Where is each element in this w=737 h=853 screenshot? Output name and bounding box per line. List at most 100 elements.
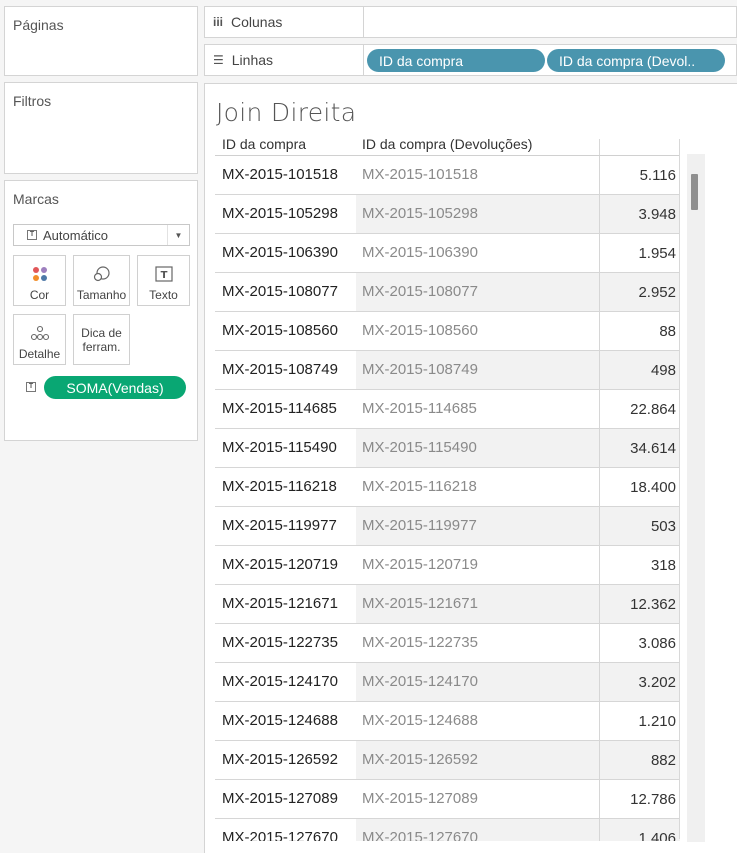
cell-soma-vendas[interactable]: 1.406 <box>638 830 676 841</box>
cell-id-compra-devolucoes[interactable]: MX-2015-108077 <box>362 283 478 300</box>
table-row[interactable]: MX-2015-116218 MX-2015-116218 18.400 <box>215 468 680 507</box>
cell-id-compra[interactable]: MX-2015-124170 <box>222 673 338 690</box>
cell-id-compra[interactable]: MX-2015-124688 <box>222 712 338 729</box>
mark-type-dropdown[interactable]: T Automático ▼ <box>13 224 190 246</box>
text-field-icon: T <box>26 382 36 392</box>
scrollbar-thumb[interactable] <box>691 174 698 210</box>
color-mark-button[interactable]: Cor <box>13 255 66 306</box>
column-divider <box>599 195 600 234</box>
vertical-scrollbar[interactable] <box>687 154 705 842</box>
cell-id-compra[interactable]: MX-2015-108077 <box>222 283 338 300</box>
detail-mark-button[interactable]: Detalhe <box>13 314 66 365</box>
cell-soma-vendas[interactable]: 3.948 <box>638 206 676 223</box>
cell-id-compra-devolucoes[interactable]: MX-2015-124688 <box>362 712 478 729</box>
cell-soma-vendas[interactable]: 3.086 <box>638 635 676 652</box>
text-icon: T <box>138 265 189 283</box>
cell-soma-vendas[interactable]: 503 <box>651 518 676 535</box>
cell-id-compra[interactable]: MX-2015-115490 <box>222 439 337 456</box>
cell-id-compra[interactable]: MX-2015-119977 <box>222 517 337 534</box>
pages-title: Páginas <box>13 17 64 33</box>
text-mark-button[interactable]: T Texto <box>137 255 190 306</box>
table-row[interactable]: MX-2015-120719 MX-2015-120719 318 <box>215 546 680 585</box>
table-row[interactable]: MX-2015-127670 MX-2015-127670 1.406 <box>215 819 680 841</box>
cell-id-compra[interactable]: MX-2015-105298 <box>222 205 338 222</box>
cell-soma-vendas[interactable]: 88 <box>659 323 676 340</box>
cell-id-compra-devolucoes[interactable]: MX-2015-115490 <box>362 439 477 456</box>
cell-id-compra-devolucoes[interactable]: MX-2015-127089 <box>362 790 478 807</box>
cell-id-compra[interactable]: MX-2015-114685 <box>222 400 337 417</box>
cell-soma-vendas[interactable]: 1.954 <box>638 245 676 262</box>
cell-id-compra-devolucoes[interactable]: MX-2015-105298 <box>362 205 478 222</box>
cell-id-compra-devolucoes[interactable]: MX-2015-108560 <box>362 322 478 339</box>
table-row[interactable]: MX-2015-121671 MX-2015-121671 12.362 <box>215 585 680 624</box>
cell-soma-vendas[interactable]: 34.614 <box>630 440 676 457</box>
cell-soma-vendas[interactable]: 498 <box>651 362 676 379</box>
table-row[interactable]: MX-2015-124688 MX-2015-124688 1.210 <box>215 702 680 741</box>
cell-id-compra-devolucoes[interactable]: MX-2015-122735 <box>362 634 478 651</box>
table-row[interactable]: MX-2015-124170 MX-2015-124170 3.202 <box>215 663 680 702</box>
chevron-down-icon[interactable]: ▼ <box>167 225 189 245</box>
cell-id-compra-devolucoes[interactable]: MX-2015-116218 <box>362 478 477 495</box>
table-row[interactable]: MX-2015-127089 MX-2015-127089 12.786 <box>215 780 680 819</box>
table-row[interactable]: MX-2015-114685 MX-2015-114685 22.864 <box>215 390 680 429</box>
cell-soma-vendas[interactable]: 12.786 <box>630 791 676 808</box>
cell-id-compra[interactable]: MX-2015-121671 <box>222 595 338 612</box>
id-compra-devolucoes-pill[interactable]: ID da compra (Devol.. <box>547 49 725 72</box>
pages-shelf[interactable]: Páginas <box>4 6 198 76</box>
cell-id-compra[interactable]: MX-2015-126592 <box>222 751 338 768</box>
cell-id-compra[interactable]: MX-2015-108560 <box>222 322 338 339</box>
cell-id-compra-devolucoes[interactable]: MX-2015-119977 <box>362 517 477 534</box>
tooltip-mark-button[interactable]: Dica de ferram. <box>73 314 130 365</box>
cell-id-compra[interactable]: MX-2015-106390 <box>222 244 338 261</box>
cell-soma-vendas[interactable]: 5.116 <box>640 167 676 184</box>
cell-id-compra-devolucoes[interactable]: MX-2015-120719 <box>362 556 478 573</box>
cell-soma-vendas[interactable]: 3.202 <box>638 674 676 691</box>
header-id-compra-devolucoes[interactable]: ID da compra (Devoluções) <box>362 136 532 152</box>
cell-soma-vendas[interactable]: 22.864 <box>630 401 676 418</box>
table-row[interactable]: MX-2015-122735 MX-2015-122735 3.086 <box>215 624 680 663</box>
cell-id-compra-devolucoes[interactable]: MX-2015-106390 <box>362 244 478 261</box>
mark-type-value: Automático <box>43 227 109 243</box>
columns-icon: iii <box>213 15 224 29</box>
table-row[interactable]: MX-2015-108077 MX-2015-108077 2.952 <box>215 273 680 312</box>
columns-shelf[interactable]: iii Colunas <box>204 6 737 38</box>
cell-soma-vendas[interactable]: 318 <box>651 557 676 574</box>
cell-id-compra-devolucoes[interactable]: MX-2015-108749 <box>362 361 478 378</box>
cell-id-compra-devolucoes[interactable]: MX-2015-121671 <box>362 595 478 612</box>
table-row[interactable]: MX-2015-126592 MX-2015-126592 882 <box>215 741 680 780</box>
cell-soma-vendas[interactable]: 12.362 <box>630 596 676 613</box>
cell-id-compra[interactable]: MX-2015-120719 <box>222 556 338 573</box>
cell-soma-vendas[interactable]: 2.952 <box>638 284 676 301</box>
cell-id-compra-devolucoes[interactable]: MX-2015-127670 <box>362 829 478 841</box>
size-mark-button[interactable]: Tamanho <box>73 255 130 306</box>
soma-vendas-pill[interactable]: SOMA(Vendas) <box>44 376 186 399</box>
cell-id-compra[interactable]: MX-2015-127089 <box>222 790 338 807</box>
table-row[interactable]: MX-2015-108560 MX-2015-108560 88 <box>215 312 680 351</box>
table-row[interactable]: MX-2015-106390 MX-2015-106390 1.954 <box>215 234 680 273</box>
cell-id-compra[interactable]: MX-2015-108749 <box>222 361 338 378</box>
cell-id-compra-devolucoes[interactable]: MX-2015-114685 <box>362 400 477 417</box>
cell-id-compra-devolucoes[interactable]: MX-2015-124170 <box>362 673 478 690</box>
filters-shelf[interactable]: Filtros <box>4 82 198 174</box>
table-row[interactable]: MX-2015-115490 MX-2015-115490 34.614 <box>215 429 680 468</box>
cell-soma-vendas[interactable]: 882 <box>651 752 676 769</box>
rows-shelf[interactable]: ☰ Linhas ID da compra ID da compra (Devo… <box>204 44 737 76</box>
color-label: Cor <box>29 288 50 302</box>
cell-id-compra-devolucoes[interactable]: MX-2015-126592 <box>362 751 478 768</box>
cell-soma-vendas[interactable]: 18.400 <box>630 479 676 496</box>
detail-label: Detalhe <box>18 347 61 361</box>
cell-id-compra-devolucoes[interactable]: MX-2015-101518 <box>362 166 478 183</box>
table-row[interactable]: MX-2015-108749 MX-2015-108749 498 <box>215 351 680 390</box>
cell-id-compra[interactable]: MX-2015-127670 <box>222 829 338 841</box>
cell-soma-vendas[interactable]: 1.210 <box>638 713 676 730</box>
table-row[interactable]: MX-2015-101518 MX-2015-101518 5.116 <box>215 156 680 195</box>
column-divider <box>599 741 600 780</box>
header-id-compra[interactable]: ID da compra <box>222 136 306 152</box>
cell-id-compra[interactable]: MX-2015-122735 <box>222 634 338 651</box>
column-divider <box>599 273 600 312</box>
table-row[interactable]: MX-2015-105298 MX-2015-105298 3.948 <box>215 195 680 234</box>
id-compra-pill[interactable]: ID da compra <box>367 49 545 72</box>
cell-id-compra[interactable]: MX-2015-101518 <box>222 166 338 183</box>
table-row[interactable]: MX-2015-119977 MX-2015-119977 503 <box>215 507 680 546</box>
cell-id-compra[interactable]: MX-2015-116218 <box>222 478 337 495</box>
